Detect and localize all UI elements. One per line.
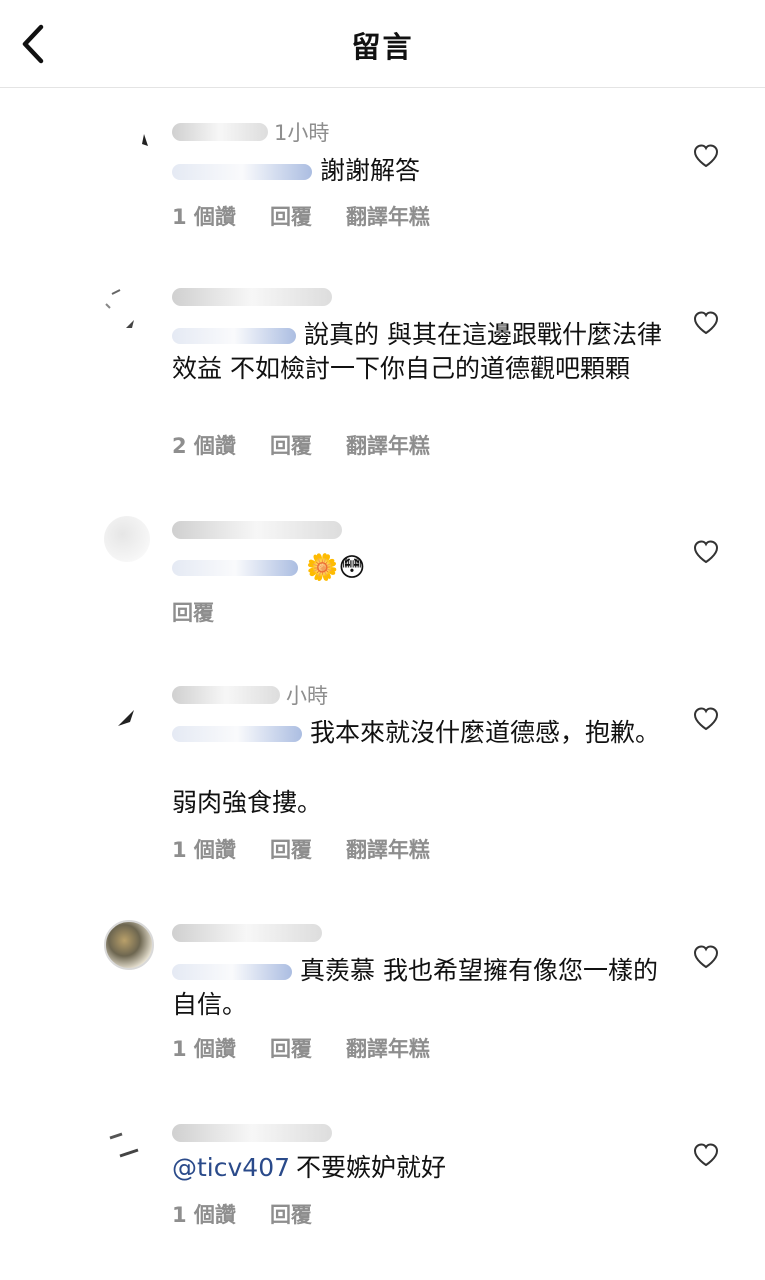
comment-actions: 1 個讚 回覆 翻譯年糕 xyxy=(172,834,464,864)
comment-actions: 回覆 xyxy=(172,597,248,627)
reply-button[interactable]: 回覆 xyxy=(270,201,312,231)
comment-meta xyxy=(172,282,338,312)
comment-text-block: 🌼😳 xyxy=(172,550,672,585)
comment-meta xyxy=(172,918,328,948)
comment-text-block: @ticv407 不要嫉妒就好 xyxy=(172,1151,672,1185)
comment-text-line2: 弱肉強食摟。 xyxy=(172,786,672,820)
comment-time: 1小時 xyxy=(274,121,330,145)
mention-redacted[interactable] xyxy=(172,560,298,576)
mention-redacted[interactable] xyxy=(172,726,302,742)
username-redacted[interactable] xyxy=(172,686,280,704)
username-redacted[interactable] xyxy=(172,123,268,141)
translate-button[interactable]: 翻譯年糕 xyxy=(346,201,430,231)
comment-text: 不要嫉妒就好 xyxy=(296,1153,447,1182)
comment-text: 謝謝解答 xyxy=(320,156,421,185)
avatar[interactable] xyxy=(104,288,150,334)
comment-actions: 1 個讚 回覆 翻譯年糕 xyxy=(172,1033,464,1063)
comment-text-block: 我本來就沒什麼道德感，抱歉。 xyxy=(172,716,662,750)
translate-button[interactable]: 翻譯年糕 xyxy=(346,430,430,460)
reply-button[interactable]: 回覆 xyxy=(270,1033,312,1063)
avatar[interactable] xyxy=(104,516,150,562)
username-redacted[interactable] xyxy=(172,288,332,306)
avatar[interactable] xyxy=(104,920,154,970)
reply-button[interactable]: 回覆 xyxy=(270,834,312,864)
mention-redacted[interactable] xyxy=(172,964,292,980)
translate-button[interactable]: 翻譯年糕 xyxy=(346,834,430,864)
heart-outline-icon[interactable] xyxy=(693,539,719,565)
heart-outline-icon[interactable] xyxy=(693,706,719,732)
comment-text: 我本來就沒什麼道德感，抱歉。 xyxy=(310,718,661,747)
heart-outline-icon[interactable] xyxy=(693,1142,719,1168)
comment-text: 🌼😳 xyxy=(306,553,366,583)
comment-actions: 1 個讚 回覆 翻譯年糕 xyxy=(172,201,464,231)
username-redacted[interactable] xyxy=(172,521,342,539)
comment-meta xyxy=(172,515,348,545)
username-redacted[interactable] xyxy=(172,1124,332,1142)
mention-redacted[interactable] xyxy=(172,328,296,344)
heart-outline-icon[interactable] xyxy=(693,310,719,336)
comment-actions: 2 個讚 回覆 翻譯年糕 xyxy=(172,430,464,460)
comment-time: 小時 xyxy=(286,684,328,708)
comment-text-block: 真羨慕 我也希望擁有像您一樣的自信。 xyxy=(172,954,662,1022)
mention-link[interactable]: @ticv407 xyxy=(172,1153,290,1182)
mention-redacted[interactable] xyxy=(172,164,312,180)
comment-text-block: 謝謝解答 xyxy=(172,154,672,188)
like-count[interactable]: 1 個讚 xyxy=(172,1199,236,1229)
comment-meta: 1小時 xyxy=(172,117,329,147)
reply-button[interactable]: 回覆 xyxy=(172,597,214,627)
reply-button[interactable]: 回覆 xyxy=(270,1199,312,1229)
comment-meta: 小時 xyxy=(172,680,328,710)
username-redacted[interactable] xyxy=(172,924,322,942)
heart-outline-icon[interactable] xyxy=(693,944,719,970)
comments-header: 留言 xyxy=(0,0,765,88)
like-count[interactable]: 2 個讚 xyxy=(172,430,236,460)
translate-button[interactable]: 翻譯年糕 xyxy=(346,1033,430,1063)
comment-text-2: 弱肉強食摟。 xyxy=(172,788,323,817)
avatar[interactable] xyxy=(104,1126,150,1172)
comment-meta xyxy=(172,1118,338,1148)
comment-text-block: 說真的 與其在這邊跟戰什麼法律效益 不如檢討一下你自己的道德觀吧顆顆 xyxy=(172,318,662,386)
avatar[interactable] xyxy=(104,700,150,746)
heart-outline-icon[interactable] xyxy=(693,143,719,169)
like-count[interactable]: 1 個讚 xyxy=(172,834,236,864)
comment-actions: 1 個讚 回覆 xyxy=(172,1199,346,1229)
like-count[interactable]: 1 個讚 xyxy=(172,201,236,231)
like-count[interactable]: 1 個讚 xyxy=(172,1033,236,1063)
page-title: 留言 xyxy=(351,30,414,64)
reply-button[interactable]: 回覆 xyxy=(270,430,312,460)
avatar[interactable] xyxy=(104,120,150,166)
